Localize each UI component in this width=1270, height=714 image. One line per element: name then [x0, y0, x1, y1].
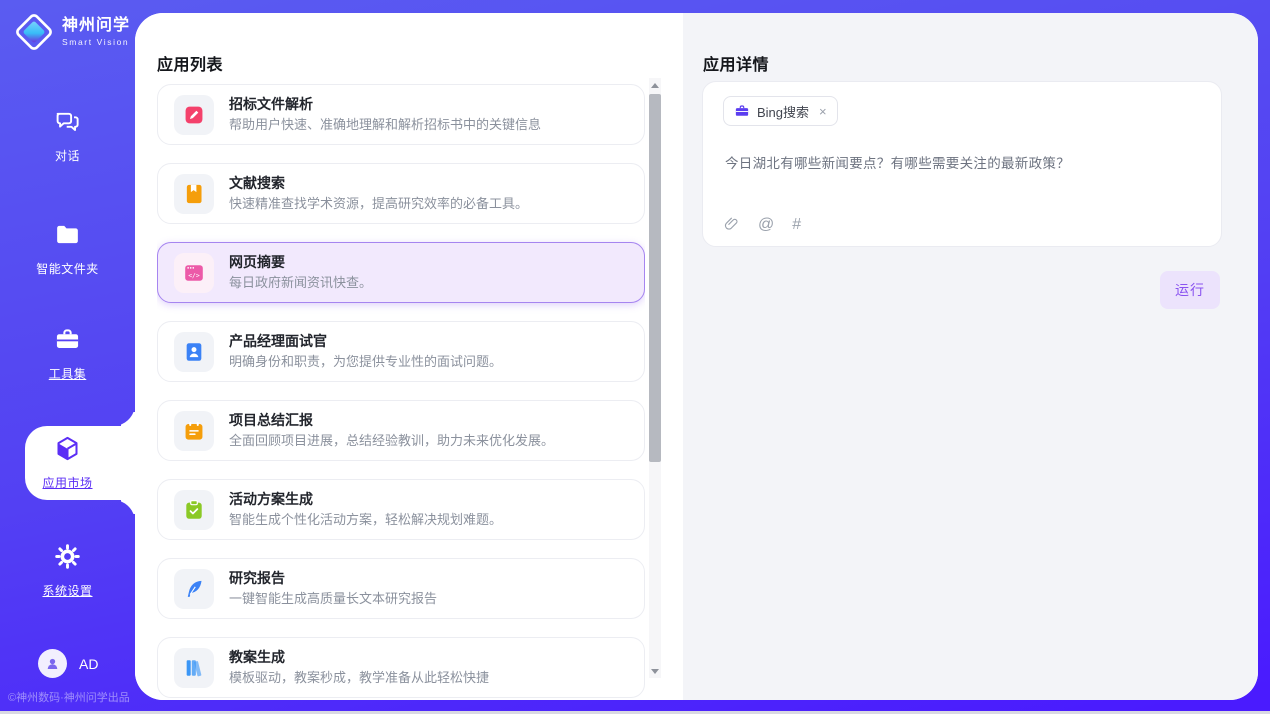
sidebar-item-chat[interactable]: 对话: [0, 108, 135, 164]
app-detail-title: 应用详情: [703, 51, 769, 75]
sidebar: 神州问学 Smart Vision 对话智能文件夹工具集应用市场系统设置 AD …: [0, 0, 135, 714]
user-label: AD: [79, 656, 98, 672]
cube-icon: [54, 435, 81, 462]
sidebar-item-app-market[interactable]: 应用市场: [0, 435, 135, 491]
sidebar-item-label: 应用市场: [0, 474, 135, 491]
app-description: 每日政府新闻资讯快查。: [229, 274, 372, 292]
scroll-down-arrow[interactable]: [649, 665, 661, 677]
quill-icon: [174, 569, 214, 609]
folder-icon: [54, 221, 81, 248]
app-card[interactable]: 活动方案生成智能生成个性化活动方案，轻松解决规划难题。: [157, 479, 645, 540]
person-icon: [44, 655, 61, 672]
tool-chip-bing-search[interactable]: Bing搜索 ×: [723, 96, 838, 126]
sidebar-item-label: 系统设置: [0, 582, 135, 599]
sidebar-item-toolset[interactable]: 工具集: [0, 326, 135, 382]
toolbox-icon: [54, 326, 81, 353]
calendar-note-icon: [174, 411, 214, 451]
brand-subtitle: Smart Vision: [62, 37, 130, 47]
user-account[interactable]: AD: [38, 649, 98, 678]
app-name: 产品经理面试官: [229, 332, 502, 352]
app-description: 一键智能生成高质量长文本研究报告: [229, 590, 437, 608]
app-card[interactable]: 教案生成模板驱动，教案秒成，教学准备从此轻松快捷: [157, 637, 645, 698]
books-icon: [174, 648, 214, 688]
app-card[interactable]: 研究报告一键智能生成高质量长文本研究报告: [157, 558, 645, 619]
app-name: 活动方案生成: [229, 490, 502, 510]
app-description: 快速精准查找学术资源，提高研究效率的必备工具。: [229, 195, 528, 213]
app-name: 教案生成: [229, 648, 489, 668]
sidebar-item-label: 智能文件夹: [0, 260, 135, 277]
composer-toolbar: @#: [723, 216, 801, 233]
brand-name: 神州问学: [62, 17, 130, 35]
chat-icon: [54, 108, 81, 135]
app-name: 项目总结汇报: [229, 411, 554, 431]
sidebar-item-smart-folders[interactable]: 智能文件夹: [0, 221, 135, 277]
run-button[interactable]: 运行: [1160, 271, 1220, 309]
brand-logo: 神州问学 Smart Vision: [13, 11, 130, 53]
app-name: 招标文件解析: [229, 95, 541, 115]
scrollbar[interactable]: [649, 78, 661, 678]
sidebar-item-label: 对话: [0, 147, 135, 164]
app-description: 帮助用户快速、准确地理解和解析招标书中的关键信息: [229, 116, 541, 134]
briefcase-icon: [734, 103, 750, 119]
resume-icon: [174, 332, 214, 372]
app-detail-panel: 应用详情 Bing搜索 × 今日湖北有哪些新闻要点？有哪些需要关注的最新政策？ …: [683, 13, 1258, 700]
chip-close-icon[interactable]: ×: [819, 105, 827, 118]
clipboard-check-icon: [174, 490, 214, 530]
pen-square-icon: [174, 95, 214, 135]
app-description: 明确身份和职责，为您提供专业性的面试问题。: [229, 353, 502, 371]
app-name: 网页摘要: [229, 253, 372, 273]
prompt-card: Bing搜索 × 今日湖北有哪些新闻要点？有哪些需要关注的最新政策？ @#: [702, 81, 1222, 247]
app-description: 全面回顾项目进展，总结经验教训，助力未来优化发展。: [229, 432, 554, 450]
tool-chip-label: Bing搜索: [757, 102, 809, 121]
app-card[interactable]: </> 网页摘要每日政府新闻资讯快查。: [157, 242, 645, 303]
svg-text:</>: </>: [188, 271, 200, 279]
mention-icon[interactable]: @: [758, 217, 774, 233]
app-name: 文献搜索: [229, 174, 528, 194]
app-list-panel: 应用列表 招标文件解析帮助用户快速、准确地理解和解析招标书中的关键信息文献搜索快…: [135, 13, 683, 700]
app-name: 研究报告: [229, 569, 437, 589]
app-card[interactable]: 招标文件解析帮助用户快速、准确地理解和解析招标书中的关键信息: [157, 84, 645, 145]
copyright: ©神州数码·神州问学出品: [8, 689, 130, 705]
diamond-logo-icon: [13, 11, 55, 53]
browser-code-icon: </>: [174, 253, 214, 293]
attachment-icon[interactable]: [723, 216, 740, 233]
book-icon: [174, 174, 214, 214]
scrollbar-thumb[interactable]: [649, 94, 661, 462]
content-area: 应用列表 招标文件解析帮助用户快速、准确地理解和解析招标书中的关键信息文献搜索快…: [135, 13, 1258, 700]
app-card[interactable]: 产品经理面试官明确身份和职责，为您提供专业性的面试问题。: [157, 321, 645, 382]
sidebar-item-settings[interactable]: 系统设置: [0, 543, 135, 599]
app-list-title: 应用列表: [157, 51, 223, 75]
hash-icon[interactable]: #: [792, 217, 801, 233]
app-card[interactable]: 文献搜索快速精准查找学术资源，提高研究效率的必备工具。: [157, 163, 645, 224]
sidebar-item-label: 工具集: [0, 365, 135, 382]
avatar: [38, 649, 67, 678]
app-window: 神州问学 Smart Vision 对话智能文件夹工具集应用市场系统设置 AD …: [0, 0, 1270, 714]
app-card-list: 招标文件解析帮助用户快速、准确地理解和解析招标书中的关键信息文献搜索快速精准查找…: [157, 84, 645, 700]
app-card[interactable]: 项目总结汇报全面回顾项目进展，总结经验教训，助力未来优化发展。: [157, 400, 645, 461]
gear-icon: [54, 543, 81, 570]
app-description: 智能生成个性化活动方案，轻松解决规划难题。: [229, 511, 502, 529]
app-description: 模板驱动，教案秒成，教学准备从此轻松快捷: [229, 669, 489, 687]
prompt-input[interactable]: 今日湖北有哪些新闻要点？有哪些需要关注的最新政策？: [725, 152, 1201, 172]
scroll-up-arrow[interactable]: [649, 79, 661, 91]
